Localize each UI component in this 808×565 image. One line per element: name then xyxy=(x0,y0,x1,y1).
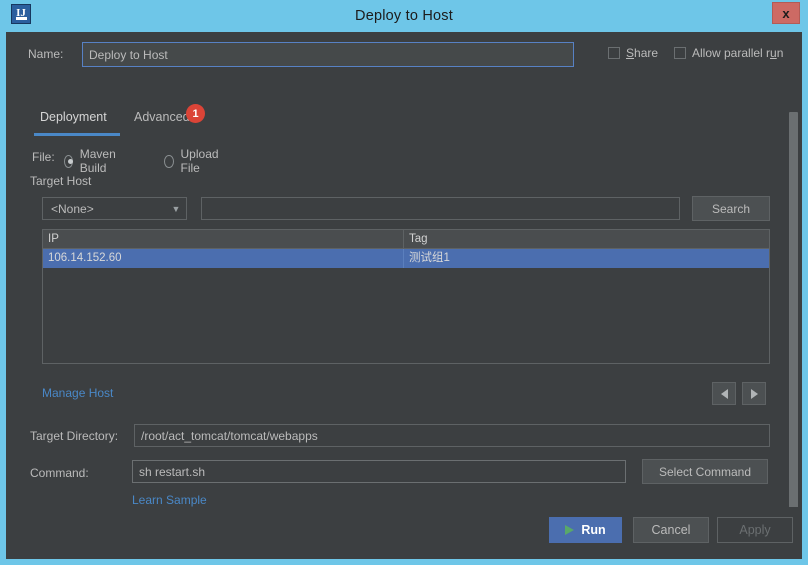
radio-maven-build-label: Maven Build xyxy=(79,147,116,175)
host-table[interactable]: IP Tag 106.14.152.60 测试组1 xyxy=(42,229,770,364)
apply-button[interactable]: Apply xyxy=(717,517,793,543)
target-host-section-label: Target Host xyxy=(30,174,92,188)
share-mnemonic: S xyxy=(626,46,635,60)
learn-sample-link[interactable]: Learn Sample xyxy=(132,493,207,507)
content-scrollbar-thumb[interactable] xyxy=(789,112,798,514)
tab-bar: Deployment Advanced 1 xyxy=(6,104,802,136)
table-row[interactable]: 106.14.152.60 测试组1 xyxy=(43,249,769,268)
intellij-idea-icon: IJ xyxy=(11,4,31,24)
apply-button-label: Apply xyxy=(739,523,771,537)
title-bar: IJ Deploy to Host x xyxy=(6,0,802,32)
cell-tag: 测试组1 xyxy=(409,252,450,264)
host-table-header: IP Tag xyxy=(43,230,769,249)
column-header-tag[interactable]: Tag xyxy=(404,230,769,248)
tab-divider xyxy=(34,134,775,135)
content-scrollbar[interactable] xyxy=(789,104,798,541)
share-checkbox-box[interactable] xyxy=(608,47,620,59)
search-button[interactable]: Search xyxy=(692,196,770,221)
target-directory-input[interactable] xyxy=(134,424,770,447)
dialog-content: Name: Share Allow parallel run Deploymen… xyxy=(6,32,802,559)
file-label: File: xyxy=(32,150,55,164)
arrow-left-icon[interactable] xyxy=(712,382,736,405)
name-row: Name: Share Allow parallel run xyxy=(6,42,802,68)
parallel-part1: Allow parallel r xyxy=(692,46,771,60)
command-label: Command: xyxy=(30,466,89,480)
run-button-label: Run xyxy=(581,523,606,537)
manage-host-link[interactable]: Manage Host xyxy=(42,386,113,400)
run-button[interactable]: Run xyxy=(549,517,622,543)
name-input[interactable] xyxy=(82,42,574,67)
tab-advanced[interactable]: Advanced xyxy=(134,110,190,124)
radio-upload-file-label: Upload File xyxy=(180,147,219,175)
chevron-down-icon: ▼ xyxy=(171,203,181,214)
column-header-ip[interactable]: IP xyxy=(43,230,404,248)
allow-parallel-run-checkbox[interactable]: Allow parallel run xyxy=(674,46,783,60)
cancel-button[interactable]: Cancel xyxy=(633,517,709,543)
host-group-select[interactable]: <None> ▼ xyxy=(42,197,187,220)
host-group-select-value: <None> xyxy=(51,201,94,216)
close-icon[interactable]: x xyxy=(772,2,800,24)
share-checkbox[interactable]: Share xyxy=(608,46,658,60)
allow-parallel-run-checkbox-box[interactable] xyxy=(674,47,686,59)
advanced-tab-badge: 1 xyxy=(186,104,205,123)
name-label: Name: xyxy=(28,47,64,61)
window-title: Deploy to Host xyxy=(355,8,453,24)
select-command-button[interactable]: Select Command xyxy=(642,459,768,484)
play-icon xyxy=(565,525,575,535)
share-rest: hare xyxy=(634,46,659,60)
dialog-window: IJ Deploy to Host x Name: Share Allow pa… xyxy=(0,0,808,565)
radio-upload-file-box[interactable] xyxy=(164,154,174,168)
arrow-right-icon[interactable] xyxy=(742,382,766,405)
tab-selected-underline xyxy=(34,133,120,136)
cell-ip: 106.14.152.60 xyxy=(43,249,404,268)
radio-maven-build-box[interactable] xyxy=(64,154,73,168)
allow-parallel-run-label: Allow parallel run xyxy=(692,46,783,60)
command-input[interactable] xyxy=(132,460,626,483)
parallel-mnemonic: u xyxy=(770,46,777,60)
footer-divider xyxy=(6,507,802,508)
share-checkbox-label: Share xyxy=(626,46,658,60)
parallel-part2: n xyxy=(776,46,784,60)
radio-maven-build[interactable]: Maven Build xyxy=(64,147,120,175)
radio-upload-file[interactable]: Upload File xyxy=(164,147,222,175)
dialog-footer: Run Cancel Apply xyxy=(6,507,802,559)
tab-deployment[interactable]: Deployment xyxy=(40,110,107,124)
cancel-button-label: Cancel xyxy=(651,523,691,537)
host-search-input[interactable] xyxy=(201,197,680,220)
target-directory-label: Target Directory: xyxy=(30,429,119,443)
